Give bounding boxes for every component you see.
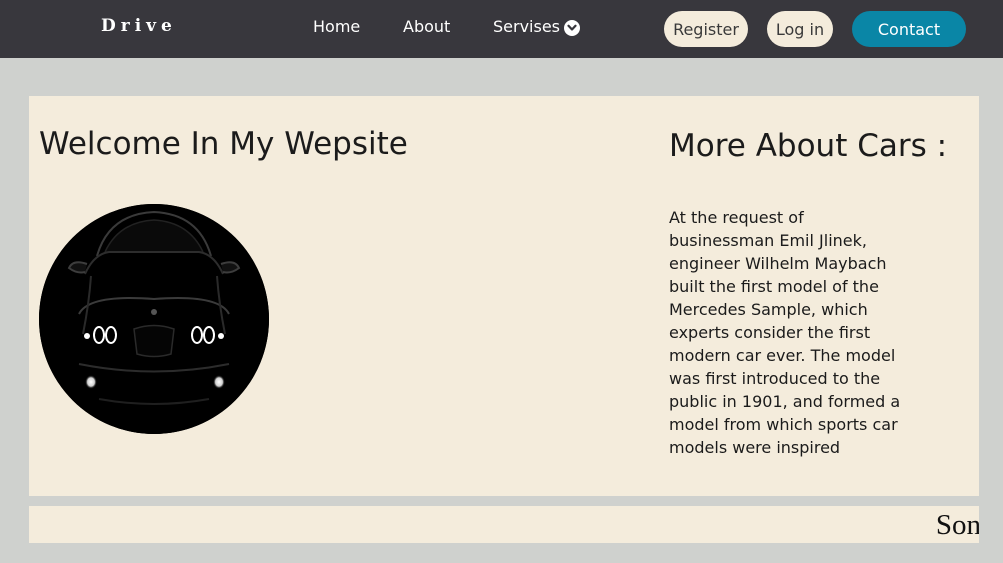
nav-link-home[interactable]: Home (313, 17, 360, 36)
hero-panel: Welcome In My Wepsite More About Cars: … (29, 96, 979, 496)
contact-button[interactable]: Contact (852, 11, 966, 47)
more-about-cars-text: At the request of businessman Emil Jline… (669, 208, 901, 457)
top-navbar: Drive Home About Servises Register Log i… (0, 0, 1003, 58)
more-about-cars-title: More About Cars : (669, 128, 948, 164)
nav-link-servises[interactable]: Servises (493, 17, 560, 36)
chevron-down-icon[interactable] (564, 20, 580, 36)
register-button[interactable]: Register (664, 11, 748, 47)
bottom-strip: Son (29, 506, 979, 543)
car-image (39, 204, 269, 434)
strip-text: Son (935, 509, 979, 541)
login-button[interactable]: Log in (767, 11, 833, 47)
brand-logo[interactable]: Drive (101, 16, 177, 36)
nav-link-about[interactable]: About (403, 17, 450, 36)
welcome-title: Welcome In My Wepsite (39, 126, 408, 162)
